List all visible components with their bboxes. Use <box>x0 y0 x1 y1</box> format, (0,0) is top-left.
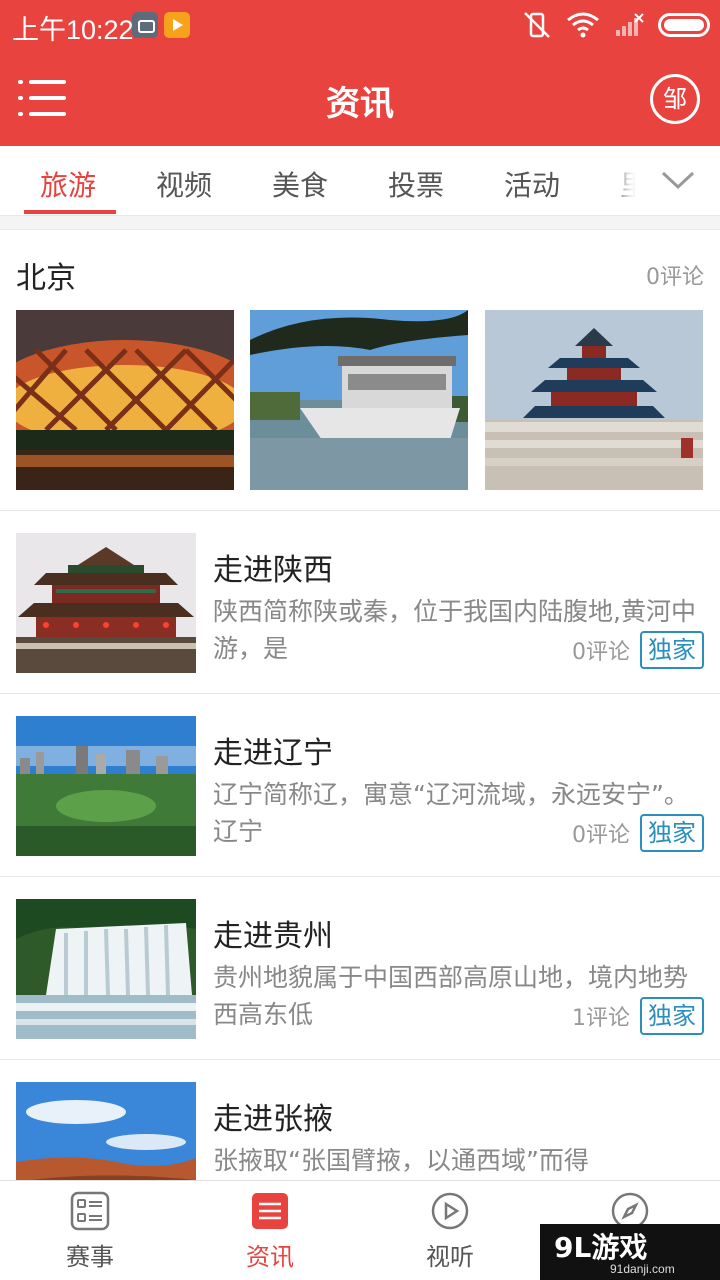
status-icons <box>522 10 710 40</box>
watermark-url: 91danji.com <box>610 1262 675 1276</box>
exclusive-badge: 独家 <box>640 631 704 669</box>
exclusive-badge: 独家 <box>640 814 704 852</box>
tab-travel[interactable]: 旅游 <box>40 164 96 204</box>
gallery-image-temple-of-heaven[interactable] <box>485 310 703 490</box>
item-thumbnail <box>16 899 196 1039</box>
item-meta: 0评论 独家 <box>566 814 704 852</box>
nav-label: 视听 <box>426 1243 474 1271</box>
watermark-logo: 9L游戏 <box>554 1231 648 1264</box>
divider <box>0 216 720 230</box>
comment-count: 0评论 <box>566 817 630 849</box>
item-title: 走进辽宁 <box>213 736 333 771</box>
nav-news[interactable]: 资讯 <box>180 1181 360 1280</box>
item-title: 走进贵州 <box>213 919 333 954</box>
gallery-image-birds-nest[interactable] <box>16 310 234 490</box>
list-item[interactable]: 走进辽宁 辽宁简称辽，寓意“辽河流域，永远安宁”。 辽宁 0评论 独家 <box>0 694 720 877</box>
category-tabs: 旅游 视频 美食 投票 活动 里 <box>0 146 720 216</box>
site-watermark: 9L游戏 91danji.com <box>540 1224 720 1280</box>
nav-events[interactable]: 赛事 <box>0 1181 180 1280</box>
status-time: 上午10:22 <box>12 15 134 45</box>
wifi-icon <box>567 12 599 38</box>
tab-video[interactable]: 视频 <box>156 164 212 204</box>
signal-icon <box>616 13 644 36</box>
item-meta: 0评论 独家 <box>566 631 704 669</box>
active-tab-indicator <box>24 210 116 214</box>
battery-icon <box>658 13 710 37</box>
play-circle-icon <box>431 1192 469 1230</box>
nav-label: 赛事 <box>66 1243 114 1271</box>
item-meta: 1评论 独家 <box>566 997 704 1035</box>
nav-label: 资讯 <box>246 1243 294 1271</box>
comment-count: 0评论 <box>646 265 704 290</box>
comment-count: 1评论 <box>566 1000 630 1032</box>
status-bar: 上午10:22 <box>0 0 720 50</box>
vibrate-off-icon <box>524 12 550 38</box>
item-thumbnail <box>16 533 196 673</box>
tab-events[interactable]: 活动 <box>504 164 560 204</box>
city-switch-button[interactable]: 邹 <box>650 74 700 124</box>
app-header-area: 上午10:22 资讯 邹 <box>0 0 720 146</box>
news-list-icon <box>252 1193 288 1229</box>
item-thumbnail <box>16 716 196 856</box>
chevron-down-icon <box>661 171 695 190</box>
item-title: 走进陕西 <box>213 553 333 588</box>
video-app-icon <box>164 12 190 38</box>
exclusive-badge: 独家 <box>640 997 704 1035</box>
list-item[interactable]: 走进贵州 贵州地貌属于中国西部高原山地，境内地势西高东低 1评论 独家 <box>0 877 720 1060</box>
tab-food[interactable]: 美食 <box>272 164 328 204</box>
expand-tabs-button[interactable] <box>636 146 720 215</box>
title-bar: 资讯 邹 <box>0 50 720 146</box>
list-item[interactable]: 走进陕西 陕西简称陕或秦，位于我国内陆腹地,黄河中游，是 0评论 独家 <box>0 511 720 694</box>
gallery-title: 北京 <box>16 261 76 296</box>
tab-vote[interactable]: 投票 <box>388 164 444 204</box>
notification-app-icon <box>132 12 158 38</box>
nav-media[interactable]: 视听 <box>360 1181 540 1280</box>
page-title: 资讯 <box>326 84 394 124</box>
grid-list-icon <box>70 1191 110 1231</box>
gallery-image-marble-boat[interactable] <box>250 310 468 490</box>
item-title: 走进张掖 <box>213 1102 333 1137</box>
gallery-item[interactable]: 北京 0评论 <box>0 231 720 511</box>
comment-count: 0评论 <box>566 634 630 666</box>
